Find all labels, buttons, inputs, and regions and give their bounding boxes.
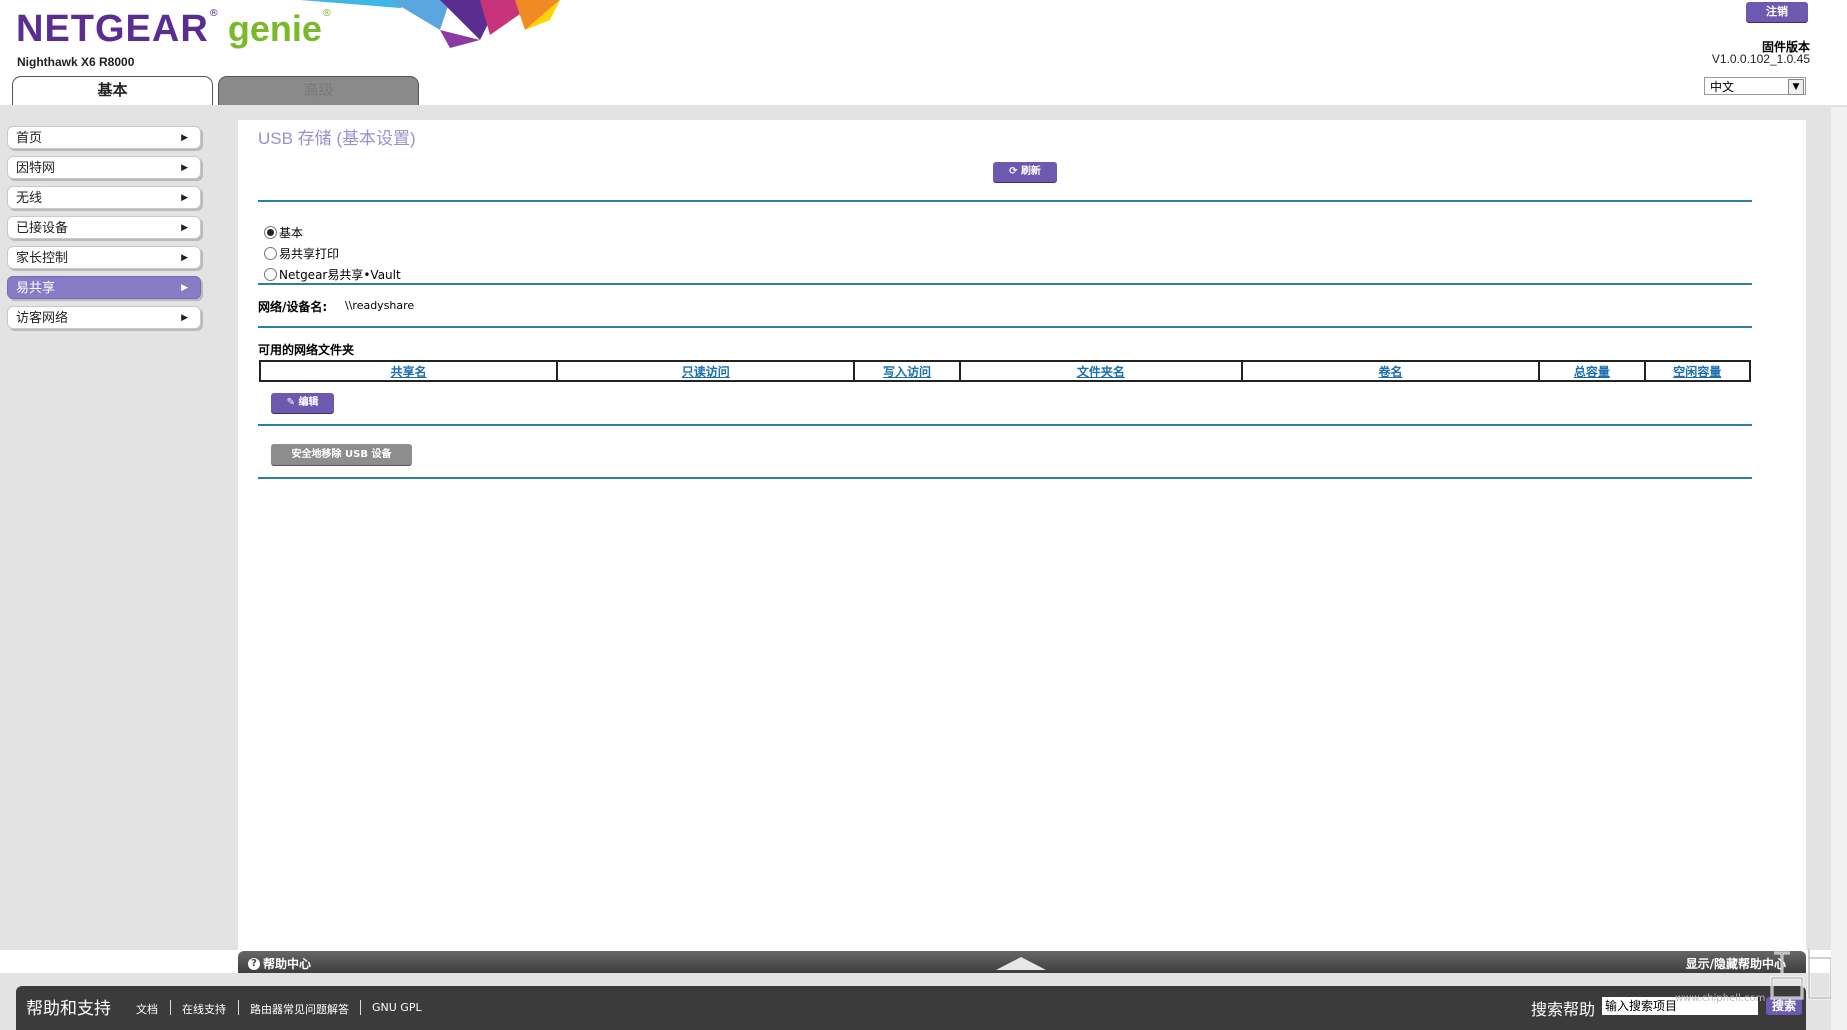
radio-button[interactable] xyxy=(264,247,277,260)
sidebar-item-label: 已接设备 xyxy=(16,221,69,236)
sidebar-item-label: 因特网 xyxy=(16,161,56,176)
vertical-scrollbar[interactable] xyxy=(1831,107,1847,1030)
table-header-row: 共享名 只读访问 写入访问 文件夹名 卷名 总容量 空闲容量 xyxy=(258,360,1752,382)
sidebar-item-label: 无线 xyxy=(16,191,43,206)
footer-link-router-faq[interactable]: 路由器常见问题解答 xyxy=(250,1001,349,1017)
section-divider xyxy=(258,424,1752,426)
safely-remove-usb-button[interactable]: 安全地移除 USB 设备 xyxy=(271,444,412,465)
sidebar: 首页 ▶ 因特网 ▶ 无线 ▶ 已接设备 ▶ 家长控制 ▶ 易共享 ▶ 访客网络… xyxy=(0,120,238,950)
refresh-button-label: 刷新 xyxy=(1020,166,1041,177)
section-divider xyxy=(258,283,1752,285)
sidebar-item-label: 家长控制 xyxy=(16,251,69,266)
column-header-total-space[interactable]: 总容量 xyxy=(1538,360,1646,382)
column-header-folder-name[interactable]: 文件夹名 xyxy=(958,360,1243,382)
column-header-write-access[interactable]: 写入访问 xyxy=(853,360,961,382)
refresh-button[interactable]: ⟳ 刷新 xyxy=(993,162,1057,182)
column-header-read-access[interactable]: 只读访问 xyxy=(556,360,856,382)
netgear-genie-logo: NETGEAR® genie® xyxy=(16,8,332,52)
mode-option-readyshare-printer[interactable]: 易共享打印 xyxy=(264,245,339,262)
column-header-share-name[interactable]: 共享名 xyxy=(258,360,559,382)
chevron-down-icon: ▼ xyxy=(1788,79,1804,95)
radio-button[interactable] xyxy=(264,268,277,281)
brand-name: NETGEAR xyxy=(16,8,209,50)
main-content: USB 存储 (基本设置) ⟳ 刷新 基本 易共享打印 Netgear易共享•V… xyxy=(238,120,1806,950)
brand-decoration-graphic xyxy=(300,0,560,48)
expand-up-arrow-icon[interactable] xyxy=(996,957,1046,970)
help-center-toggle[interactable]: ? 帮助中心 xyxy=(248,955,311,972)
footer-link-gnu-gpl[interactable]: GNU GPL xyxy=(372,1001,422,1014)
firmware-version: V1.0.0.102_1.0.45 xyxy=(1711,52,1810,66)
edit-button-label: 编辑 xyxy=(298,397,319,408)
triangle-right-icon: ▶ xyxy=(181,133,188,143)
sidebar-item-wireless[interactable]: 无线 ▶ xyxy=(7,186,201,209)
triangle-right-icon: ▶ xyxy=(181,253,188,263)
section-divider xyxy=(258,326,1752,328)
footer: 帮助和支持 文档 在线支持 路由器常见问题解答 GNU GPL 搜索帮助 输入搜… xyxy=(16,986,1806,1030)
search-help-label: 搜索帮助 xyxy=(1531,1000,1596,1019)
column-header-free-space[interactable]: 空闲容量 xyxy=(1643,360,1752,382)
sidebar-item-label: 易共享 xyxy=(16,281,56,296)
triangle-right-icon: ▶ xyxy=(181,163,188,173)
chiphell-watermark-logo xyxy=(1770,948,1833,1000)
help-support-title: 帮助和支持 xyxy=(26,999,111,1019)
footer-separator xyxy=(238,1000,239,1015)
sidebar-item-internet[interactable]: 因特网 ▶ xyxy=(7,156,201,179)
footer-link-documentation[interactable]: 文档 xyxy=(136,1001,158,1017)
mode-option-readyshare-vault[interactable]: Netgear易共享•Vault xyxy=(264,266,401,283)
footer-separator xyxy=(360,1000,361,1015)
watermark-text: www.chiphell.com xyxy=(1675,993,1766,1004)
sidebar-item-label: 访客网络 xyxy=(16,311,69,326)
sidebar-item-home[interactable]: 首页 ▶ xyxy=(7,126,201,149)
tab-advanced[interactable]: 高级 xyxy=(218,76,419,105)
footer-separator xyxy=(170,1000,171,1015)
network-folders-title: 可用的网络文件夹 xyxy=(258,343,355,357)
section-divider xyxy=(258,477,1752,479)
triangle-right-icon: ▶ xyxy=(181,283,188,293)
section-divider xyxy=(258,200,1752,202)
brand-reg-mark: ® xyxy=(208,8,219,19)
help-center-label: 帮助中心 xyxy=(263,957,312,971)
sidebar-item-guest-network[interactable]: 访客网络 ▶ xyxy=(7,306,201,329)
triangle-right-icon: ▶ xyxy=(181,193,188,203)
radio-button[interactable] xyxy=(264,226,277,239)
sidebar-item-label: 首页 xyxy=(16,131,43,146)
edit-button[interactable]: ✎ 编辑 xyxy=(271,393,334,413)
device-name-label: 网络/设备名: xyxy=(258,300,328,314)
tab-basic[interactable]: 基本 xyxy=(12,76,213,107)
logout-button[interactable]: 注销 xyxy=(1746,2,1808,22)
triangle-right-icon: ▶ xyxy=(181,223,188,233)
router-model: Nighthawk X6 R8000 xyxy=(17,55,135,69)
column-header-volume-name[interactable]: 卷名 xyxy=(1240,360,1541,382)
question-mark-icon: ? xyxy=(248,957,260,970)
sidebar-item-parental-controls[interactable]: 家长控制 ▶ xyxy=(7,246,201,269)
header-divider-bar xyxy=(0,105,1847,120)
triangle-right-icon: ▶ xyxy=(181,313,188,323)
device-name-value: \\readyshare xyxy=(345,299,415,312)
sidebar-item-readyshare[interactable]: 易共享 ▶ xyxy=(7,276,201,299)
page-title: USB 存储 (基本设置) xyxy=(258,129,416,148)
mode-option-label: Netgear易共享•Vault xyxy=(279,268,401,282)
help-center-bar[interactable]: ? 帮助中心 显示/隐藏帮助中心 xyxy=(238,951,1806,973)
deco-shape-orange xyxy=(515,0,560,30)
language-selected-value: 中文 xyxy=(1710,80,1735,94)
mode-option-label: 易共享打印 xyxy=(279,247,340,261)
network-folders-table: 共享名 只读访问 写入访问 文件夹名 卷名 总容量 空闲容量 xyxy=(258,360,1752,382)
header: NETGEAR® genie® Nighthawk X6 R8000 基本 高级… xyxy=(0,0,1847,107)
pencil-icon: ✎ xyxy=(286,397,295,408)
sidebar-item-attached-devices[interactable]: 已接设备 ▶ xyxy=(7,216,201,239)
mode-option-basic[interactable]: 基本 xyxy=(264,224,303,241)
language-select[interactable]: 中文 ▼ xyxy=(1704,77,1806,95)
footer-link-online-support[interactable]: 在线支持 xyxy=(182,1001,226,1017)
refresh-icon: ⟳ xyxy=(1009,166,1018,177)
deco-shape-lightblue xyxy=(390,0,450,30)
mode-option-label: 基本 xyxy=(279,226,304,240)
